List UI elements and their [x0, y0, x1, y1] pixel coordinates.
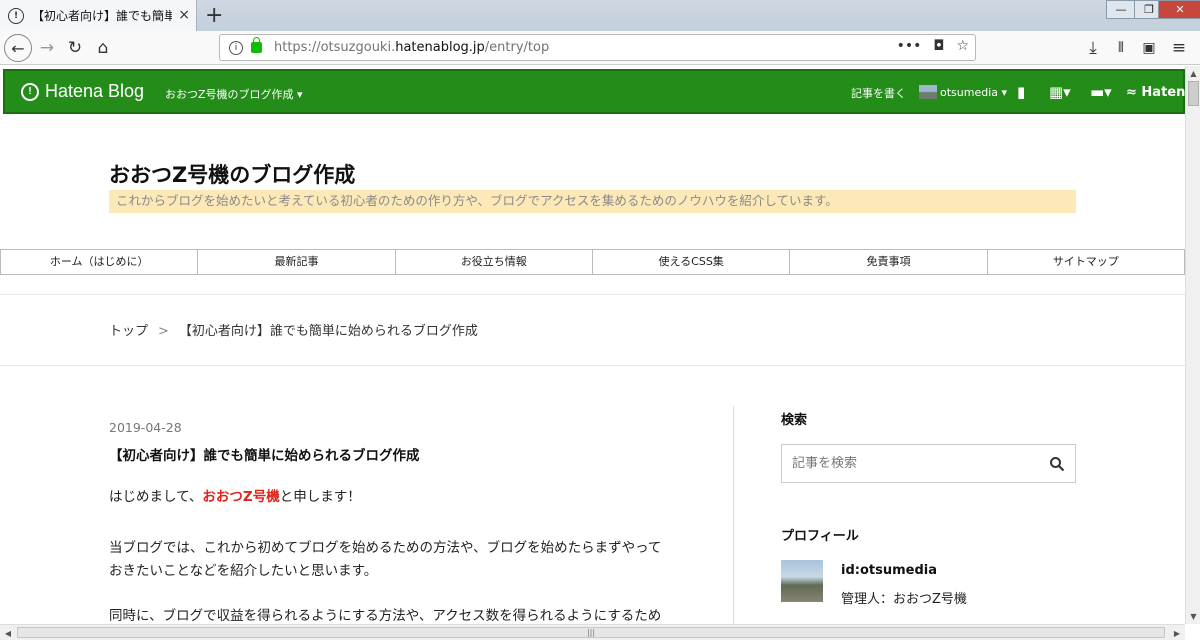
url-bar[interactable]: i https://otsuzgouki.hatenablog.jp/entry… — [219, 34, 976, 61]
scroll-left-icon[interactable]: ◀ — [0, 625, 16, 641]
url-prefix: https://otsuzgouki. — [274, 40, 395, 55]
search-heading: 検索 — [781, 409, 807, 428]
forward-arrow-icon[interactable]: → — [33, 34, 61, 62]
nav-item-home[interactable]: ホーム（はじめに） — [1, 250, 198, 274]
bookmark-star-icon[interactable]: ☆ — [956, 38, 969, 54]
blog-title[interactable]: おおつZ号機のブログ作成 — [109, 159, 355, 189]
browser-toolbar: ← → ↻ ⌂ i https://otsuzgouki.hatenablog.… — [0, 31, 1200, 65]
page-actions-icon[interactable]: ••• — [897, 38, 922, 54]
vertical-scrollbar[interactable]: ▲ ▼ — [1185, 66, 1200, 624]
search-box — [781, 444, 1076, 483]
user-menu-dropdown[interactable]: otsumedia ▾ — [919, 85, 1007, 99]
entry-paragraph: はじめまして、おおつZ号機と申します！ — [109, 486, 699, 509]
browser-titlebar: ! 【初心者向け】誰でも簡単に始 × + — ❐ ✕ — [0, 0, 1200, 31]
hatena-wave-icon: ≈ — [1126, 85, 1141, 100]
url-path: /entry/top — [485, 40, 549, 55]
notification-icon[interactable]: ▬▾ — [1090, 83, 1112, 101]
hatena-favicon-icon: ! — [8, 8, 24, 24]
nav-item-css[interactable]: 使えるCSS集 — [593, 250, 790, 274]
sidebar-icon[interactable]: ▣ — [1135, 34, 1163, 62]
minimize-button[interactable]: — — [1106, 0, 1136, 19]
write-article-link[interactable]: 記事を書く — [851, 85, 906, 101]
entry-title[interactable]: 【初心者向け】誰でも簡単に始められるブログ作成 — [109, 444, 420, 464]
blog-description: これからブログを始めたいと考えている初心者のための作り方や、ブログでアクセスを集… — [109, 190, 1076, 213]
download-icon[interactable]: ⤓ — [1079, 34, 1107, 62]
apps-grid-icon[interactable]: ▦▾ — [1049, 83, 1071, 101]
url-host: hatenablog.jp — [395, 40, 485, 55]
p1-text-before: はじめまして、 — [109, 489, 202, 505]
home-icon[interactable]: ⌂ — [89, 34, 117, 62]
entry-date[interactable]: 2019-04-28 — [109, 420, 182, 435]
profile-id-link[interactable]: id:otsumedia — [841, 563, 937, 578]
entry-paragraph: 当ブログでは、これから初めてブログを始めるための方法や、ブログを始めたらまずやっ… — [109, 537, 699, 583]
nav-item-tips[interactable]: お役立ち情報 — [396, 250, 593, 274]
vertical-scroll-thumb[interactable] — [1188, 81, 1199, 106]
breadcrumb: トップ > 【初心者向け】誰でも簡単に始められるブログ作成 — [109, 320, 478, 339]
global-nav: ホーム（はじめに） 最新記事 お役立ち情報 使えるCSS集 免責事項 サイトマッ… — [0, 249, 1185, 275]
horizontal-scrollbar[interactable]: ◀ ||| ▶ — [0, 624, 1185, 640]
hatena-brand-link[interactable]: ≈ Hatena — [1126, 85, 1194, 100]
profile-role: 管理人：おおつZ号機 — [841, 588, 967, 607]
library-icon[interactable]: ⫴ — [1107, 34, 1135, 62]
reload-icon[interactable]: ↻ — [61, 34, 89, 62]
scroll-down-icon[interactable]: ▼ — [1186, 609, 1200, 624]
breadcrumb-current: 【初心者向け】誰でも簡単に始められるブログ作成 — [179, 324, 478, 339]
blog-menu-label: おおつZ号機のブログ作成 — [165, 88, 294, 101]
new-tab-button[interactable]: + — [205, 3, 225, 28]
close-window-button[interactable]: ✕ — [1158, 0, 1200, 19]
hatena-global-header: ! Hatena Blog おおつZ号機のブログ作成 ▾ 記事を書く otsum… — [3, 69, 1185, 114]
nav-item-disclaimer[interactable]: 免責事項 — [790, 250, 987, 274]
search-input[interactable] — [792, 456, 1032, 471]
divider — [0, 365, 1185, 366]
avatar — [919, 85, 937, 99]
p1-highlight: おおつZ号機 — [202, 489, 279, 505]
p2-line: 当ブログでは、これから初めてブログを始めるための方法や、ブログを始めたらまずやっ… — [109, 537, 699, 560]
divider — [0, 294, 1185, 295]
nav-item-sitemap[interactable]: サイトマップ — [988, 250, 1184, 274]
profile-heading: プロフィール — [781, 525, 859, 544]
bookmark-icon[interactable]: ▮ — [1017, 83, 1025, 101]
scroll-right-icon[interactable]: ▶ — [1169, 625, 1185, 641]
pocket-icon[interactable]: ◘ — [933, 38, 944, 54]
url-text[interactable]: https://otsuzgouki.hatenablog.jp/entry/t… — [274, 40, 549, 55]
breadcrumb-separator: > — [158, 324, 169, 339]
user-name: otsumedia — [940, 86, 998, 99]
p2-line: おきたいことなどを紹介したいと思います。 — [109, 560, 699, 583]
blog-menu-dropdown[interactable]: おおつZ号機のブログ作成 ▾ — [165, 86, 303, 102]
p1-text-after: と申します！ — [280, 489, 361, 505]
tab-title: 【初心者向け】誰でも簡単に始 — [32, 7, 172, 24]
logo-text: Hatena Blog — [45, 81, 144, 102]
scroll-up-icon[interactable]: ▲ — [1186, 66, 1200, 81]
nav-item-latest[interactable]: 最新記事 — [198, 250, 395, 274]
column-divider — [733, 406, 734, 624]
search-icon[interactable] — [1049, 456, 1065, 472]
hatena-blog-logo[interactable]: ! Hatena Blog — [21, 81, 144, 102]
hatena-logo-icon: ! — [21, 83, 39, 101]
lock-icon — [251, 42, 262, 53]
breadcrumb-top-link[interactable]: トップ — [109, 324, 148, 339]
back-arrow-icon[interactable]: ← — [4, 34, 32, 62]
browser-tab[interactable]: ! 【初心者向け】誰でも簡単に始 × — [0, 0, 197, 31]
menu-icon[interactable]: ≡ — [1165, 34, 1193, 62]
tab-close-icon[interactable]: × — [178, 7, 190, 23]
horizontal-scroll-thumb[interactable]: ||| — [17, 627, 1165, 638]
info-icon[interactable]: i — [229, 41, 243, 55]
profile-avatar[interactable] — [781, 560, 823, 602]
